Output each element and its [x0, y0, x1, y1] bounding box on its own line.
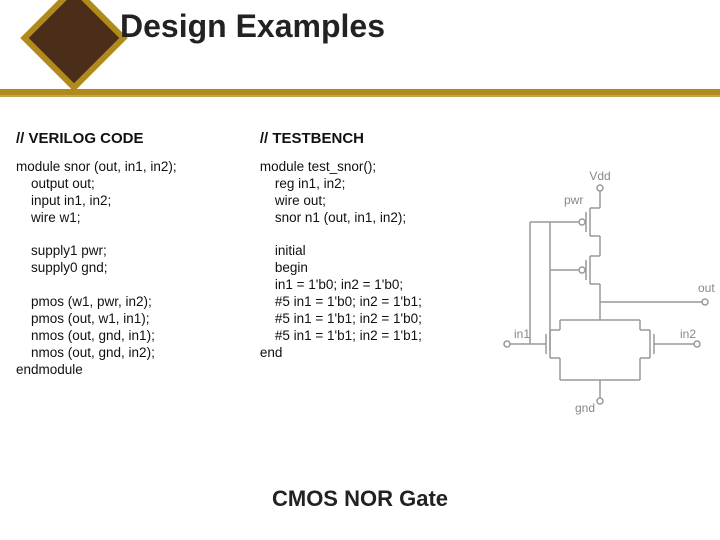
label-gnd: gnd	[575, 401, 595, 415]
label-vdd: Vdd	[589, 170, 610, 183]
content-area: // VERILOG CODE module snor (out, in1, i…	[16, 130, 710, 480]
label-pwr: pwr	[564, 193, 583, 207]
bullet-diamond-inner	[29, 0, 120, 83]
testbench-column: // TESTBENCH module test_snor(); reg in1…	[260, 130, 494, 480]
label-in1: in1	[514, 327, 530, 341]
circuit-diagram: Vdd pwr	[490, 170, 720, 430]
label-in2: in2	[680, 327, 696, 341]
footer-title: CMOS NOR Gate	[0, 486, 720, 512]
verilog-column: // VERILOG CODE module snor (out, in1, i…	[16, 130, 250, 480]
title-underline-2	[0, 95, 720, 97]
circuit-column: Vdd pwr	[504, 130, 710, 480]
verilog-code: module snor (out, in1, in2); output out;…	[16, 159, 250, 378]
label-out: out	[698, 281, 715, 295]
testbench-code: module test_snor(); reg in1, in2; wire o…	[260, 159, 494, 362]
slide-title: Design Examples	[120, 8, 385, 45]
verilog-header: // VERILOG CODE	[16, 130, 250, 147]
testbench-header: // TESTBENCH	[260, 130, 494, 147]
